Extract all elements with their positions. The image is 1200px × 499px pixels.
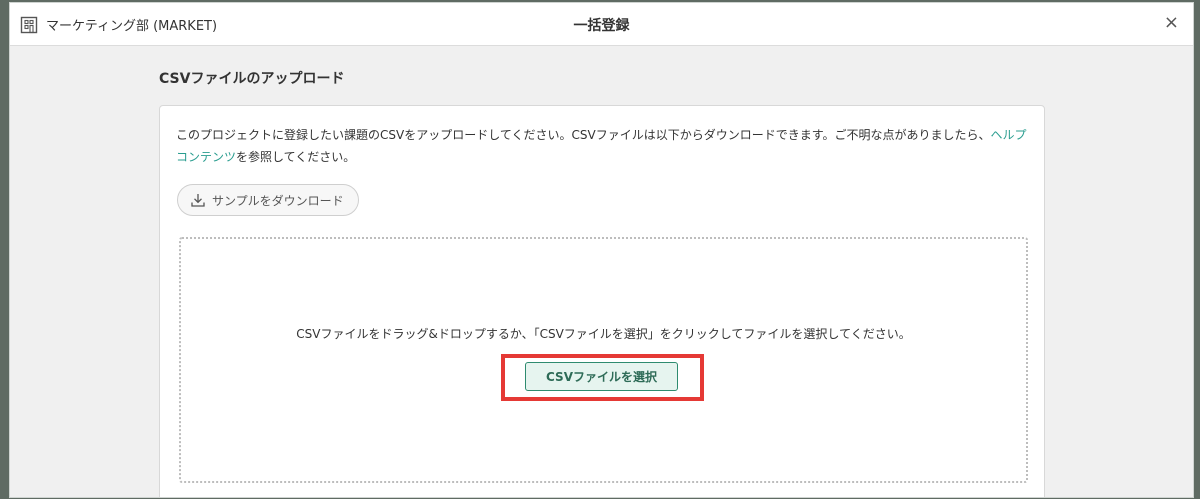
select-csv-button[interactable]: CSVファイルを選択 [525,362,678,391]
select-csv-label: CSVファイルを選択 [546,370,657,384]
bulk-register-dialog: マーケティング部 (MARKET) 一括登録 × CSVファイルのアップロード … [9,2,1194,498]
download-sample-label: サンプルをダウンロード [212,193,344,208]
csv-drop-zone[interactable]: CSVファイルをドラッグ&ドロップするか、「CSVファイルを選択」をクリックして… [179,237,1028,483]
download-sample-button[interactable]: サンプルをダウンロード [177,184,359,216]
description-text-end: を参照してください。 [236,150,356,164]
upload-description: このプロジェクトに登録したい課題のCSVをアップロードしてください。CSVファイ… [176,124,1036,168]
section-title: CSVファイルのアップロード [159,71,345,87]
description-text: このプロジェクトに登録したい課題のCSVをアップロードしてください。CSVファイ… [176,128,991,142]
dialog-header: マーケティング部 (MARKET) 一括登録 × [10,3,1193,46]
close-icon[interactable]: × [1164,13,1179,33]
dialog-title: 一括登録 [573,18,630,34]
download-icon [191,194,205,207]
upload-card: このプロジェクトに登録したい課題のCSVをアップロードしてください。CSVファイ… [159,105,1045,497]
drop-instructions: CSVファイルをドラッグ&ドロップするか、「CSVファイルを選択」をクリックして… [296,327,911,341]
